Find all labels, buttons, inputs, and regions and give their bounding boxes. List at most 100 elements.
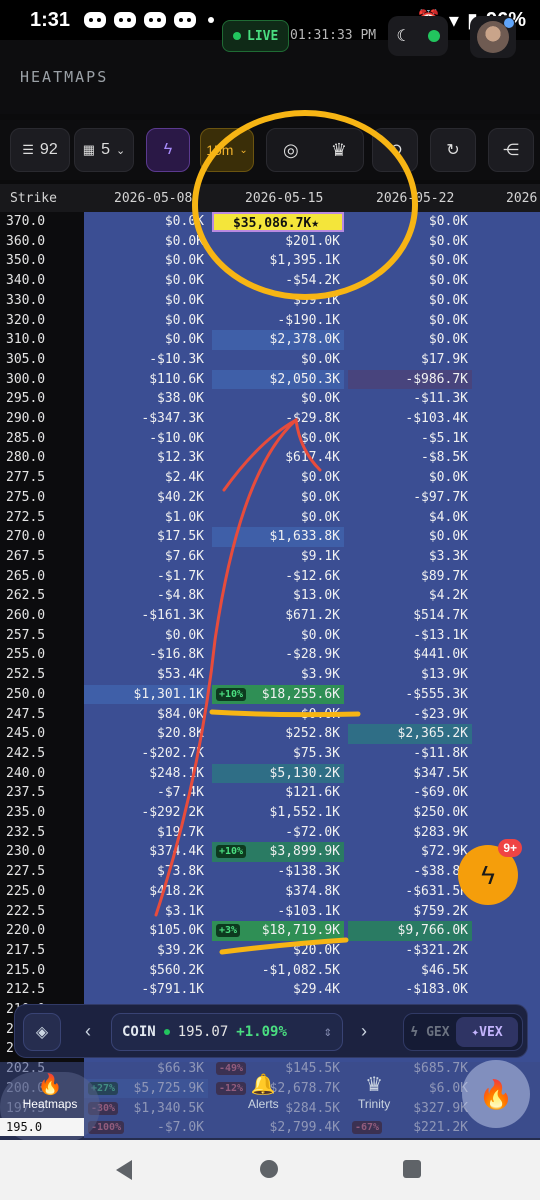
heatmap-cell[interactable]: $0.0K [348,330,472,350]
date-header[interactable]: 2026-05-22 [376,191,454,206]
heatmap-cell[interactable]: $105.0K [84,921,208,941]
heatmap-cell[interactable] [476,980,540,1000]
heatmap-cell[interactable]: $29.4K [212,980,344,1000]
heatmap-cell[interactable]: -$5.1K [348,429,472,449]
heatmap-cell[interactable]: $0.0K [84,212,208,232]
ticker-select[interactable]: COIN 195.07 +1.09% ⇕ [111,1013,343,1051]
theme-toggle[interactable]: ☾ [388,16,448,56]
heatmap-cell[interactable]: $759.2K [348,902,472,922]
heatmap-cell[interactable]: $0.0K [348,212,472,232]
heatmap-cell[interactable]: $0.0K [212,508,344,528]
heatmap-cell[interactable]: -$190.1K [212,311,344,331]
heatmap-cell[interactable]: $110.6K [84,370,208,390]
heatmap-cell[interactable] [476,586,540,606]
live-indicator[interactable]: LIVE [222,20,290,52]
heatmap-cell[interactable] [476,685,540,705]
heatmap-cell[interactable]: -$103.4K [348,409,472,429]
heatmap-cell[interactable]: $13.9K [348,665,472,685]
heatmap-cell[interactable]: -$38.8K [348,862,472,882]
heatmap-cell[interactable]: $201.0K [212,232,344,252]
heatmap-cell[interactable]: $7.6K [84,547,208,567]
heatmap-cell[interactable]: $3.1K [84,902,208,922]
heatmap-cell[interactable]: -$183.0K [348,980,472,1000]
heatmap-cell[interactable]: $1,552.1K [212,803,344,823]
heatmap-cell[interactable]: -$10.3K [84,350,208,370]
replay-button[interactable]: ⟲ [372,128,418,172]
heatmap-cell[interactable]: $0.0K [348,291,472,311]
heatmap-cell[interactable]: $1,633.8K [212,527,344,547]
heatmap-cell[interactable]: -$1.7K [84,567,208,587]
heatmap-cell[interactable]: $17.9K [348,350,472,370]
heatmap-cell[interactable]: $40.2K [84,488,208,508]
heatmap-cell[interactable]: $1,395.1K [212,251,344,271]
heatmap-cell[interactable]: $0.0K [212,705,344,725]
heatmap-cell[interactable] [476,941,540,961]
heatmap-cell[interactable]: $3.3K [348,547,472,567]
heatmap-cell[interactable]: $0.0K [348,468,472,488]
heatmap-cell[interactable]: $1.0K [84,508,208,528]
heatmap-cell[interactable] [476,370,540,390]
heatmap-cell[interactable]: $0.0K [348,251,472,271]
heatmap-cell[interactable]: $84.0K [84,705,208,725]
target-icon[interactable]: ◎ [283,140,299,161]
heatmap-cell[interactable] [476,409,540,429]
heatmap-cell[interactable] [476,783,540,803]
heatmap-cell[interactable] [476,212,540,232]
heatmap-cell[interactable]: $248.1K [84,764,208,784]
heatmap-cell[interactable]: $617.4K [212,448,344,468]
heatmap-cell[interactable]: -$12.6K [212,567,344,587]
heatmap-cell[interactable] [476,961,540,981]
heatmap-cell[interactable] [476,645,540,665]
heatmap-cell[interactable] [476,271,540,291]
gex-tab[interactable]: ϟ GEX [404,1025,456,1040]
heatmap-cell[interactable] [476,448,540,468]
heatmap-cell[interactable] [476,429,540,449]
heatmap-cell[interactable] [476,330,540,350]
heatmap-cell[interactable]: -$69.0K [348,783,472,803]
heatmap-cell[interactable]: $0.0K [84,311,208,331]
heatmap-cell[interactable]: $4.2K [348,586,472,606]
heatmap-cell[interactable]: -$28.9K [212,645,344,665]
heatmap-cell[interactable]: $283.9K [348,823,472,843]
heatmap-cell[interactable]: $17.5K [84,527,208,547]
heatmap-cell[interactable]: $0.0K [212,429,344,449]
heatmap-cell[interactable]: $1,301.1K [84,684,208,705]
recents-icon[interactable] [403,1160,421,1178]
heatmap-cell[interactable]: $89.7K [348,567,472,587]
heatmap-cell[interactable]: $73.8K [84,862,208,882]
heatmap-cell[interactable]: $0.0K [212,350,344,370]
heatmap-cell[interactable]: -$23.9K [348,705,472,725]
heatmap-cell[interactable]: -$10.0K [84,429,208,449]
heatmap-cell[interactable]: $39.2K [84,941,208,961]
heatmap-cell[interactable]: $252.8K [212,724,344,744]
bolt-fab[interactable]: ϟ 9+ [458,839,522,905]
heatmap-cell[interactable]: $0.0K [84,291,208,311]
heatmap-cell[interactable]: $59.1K [212,291,344,311]
heatmap-cell[interactable]: $9,766.0K [348,921,472,941]
heatmap-cell[interactable] [476,251,540,271]
heatmap-cell[interactable]: -$202.7K [84,744,208,764]
heatmap-cell[interactable]: $20.8K [84,724,208,744]
heatmap-cell[interactable]: -$631.5K [348,882,472,902]
heatmap-cell[interactable] [476,232,540,252]
vex-tab[interactable]: ✦ VEX [456,1017,518,1047]
heatmap-cell[interactable]: $3.9K [212,665,344,685]
heatmap-cell[interactable]: -$1,082.5K [212,961,344,981]
heatmap-cell[interactable] [476,547,540,567]
heatmap-cell[interactable]: -$161.3K [84,606,208,626]
heatmap-cell[interactable]: $2,365.2K [348,724,472,744]
heatmap-cell[interactable]: $20.0K [212,941,344,961]
heatmap-cell[interactable]: -$54.2K [212,271,344,291]
expiration-count-button[interactable]: ▦ 5 ⌄ [74,128,134,172]
heatmap-cell[interactable]: -$7.4K [84,783,208,803]
heatmap-cell[interactable]: $0.0K [212,626,344,646]
next-ticker-icon[interactable]: › [361,1021,367,1042]
heatmap-cell[interactable]: $0.0K [84,626,208,646]
heatmap-cell[interactable]: -$13.1K [348,626,472,646]
heatmap-cell[interactable]: $250.0K [348,803,472,823]
heatmap-cell[interactable]: $19.7K [84,823,208,843]
avatar-button[interactable] [470,16,516,58]
heatmap-cell[interactable] [476,705,540,725]
heatmap-cell[interactable]: $13.0K [212,586,344,606]
date-header[interactable]: 2026-05-08 [114,191,192,206]
